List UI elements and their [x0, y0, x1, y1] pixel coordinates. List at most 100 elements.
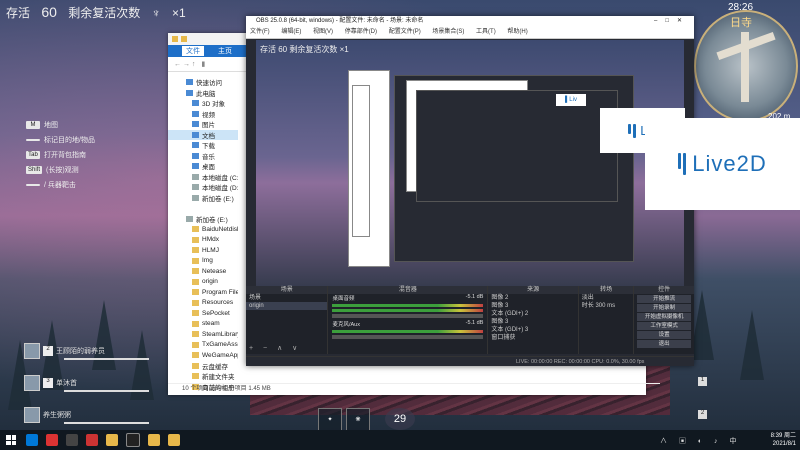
nav-item[interactable]: HMdx: [168, 235, 238, 246]
skill-slot[interactable]: ✦: [318, 408, 342, 432]
live2d-logo-tiny: ▌ Liv: [556, 94, 586, 106]
volume-slider[interactable]: [332, 314, 484, 318]
obs-menubar: 文件(F) 编辑(E) 视图(V) 停靠部件(D) 配置文件(P) 场景集合(S…: [246, 27, 694, 39]
transition-duration[interactable]: 时长 300 ms: [579, 302, 634, 310]
folder-icon: [192, 268, 199, 275]
menu-help[interactable]: 帮助(H): [507, 29, 527, 35]
folder-icon: [192, 247, 199, 254]
window-title: OBS 25.0.8 (64-bit, windows) - 配置文件: 未命名…: [256, 18, 424, 24]
edge-icon[interactable]: [26, 434, 38, 446]
transition-type[interactable]: 淡出: [579, 294, 634, 302]
tree: [740, 310, 764, 380]
nav-item[interactable]: 新加卷 (E:): [168, 193, 238, 204]
obs-icon[interactable]: [126, 433, 140, 447]
nav-item[interactable]: 3D 对象: [168, 98, 238, 109]
scene-item[interactable]: origin: [246, 302, 328, 310]
folder-icon: [192, 352, 199, 359]
file-explorer-icon[interactable]: [106, 434, 118, 446]
volume-slider[interactable]: [332, 335, 484, 339]
nav-item-label: Netease: [202, 267, 227, 275]
obs-window[interactable]: OBS 25.0.8 (64-bit, windows) - 配置文件: 未命名…: [246, 16, 694, 366]
folder-icon: [192, 142, 199, 149]
scene-item[interactable]: 场景: [246, 294, 327, 302]
nav-item[interactable]: 云盘缓存: [168, 361, 238, 372]
nav-item-label: Program Files: [202, 288, 238, 296]
menu-edit[interactable]: 编辑(E): [281, 29, 301, 35]
folder-icon: [192, 152, 199, 159]
folder-icon[interactable]: [148, 434, 160, 446]
nav-item[interactable]: 视频: [168, 109, 238, 120]
menu-scene-collection[interactable]: 场景集合(S): [432, 29, 464, 35]
nav-item[interactable]: TxGameAssista: [168, 340, 238, 351]
mixer-dock: 混音器 桌面音频 -5.1 dB 麦克风/Aux -5.1 dB: [328, 286, 489, 354]
start-streaming-button[interactable]: 开始推流: [637, 295, 691, 303]
nav-item[interactable]: BaiduNetdiskD: [168, 224, 238, 235]
source-item[interactable]: 文本 (GDI+) 3: [488, 326, 577, 334]
nav-item-label: 桌面: [202, 164, 215, 172]
settings-button[interactable]: 设置: [637, 331, 691, 339]
windows-start-icon[interactable]: [6, 435, 16, 445]
app-icon[interactable]: [86, 434, 98, 446]
source-item[interactable]: 图像 3: [488, 302, 577, 310]
source-item[interactable]: 图像 2: [488, 294, 577, 302]
nav-item[interactable]: [168, 203, 238, 214]
tab-file[interactable]: 文件: [182, 46, 204, 56]
match-timer: 28:26: [728, 2, 754, 13]
dock-title: 来源: [488, 286, 578, 294]
netease-icon[interactable]: [46, 434, 58, 446]
duration-value: 300 ms: [595, 303, 616, 309]
skill-slot[interactable]: ❋: [346, 408, 370, 432]
live2d-text: Live2D: [692, 151, 767, 176]
window-controls[interactable]: –□✕: [654, 16, 690, 27]
menu-tools[interactable]: 工具(T): [476, 29, 496, 35]
menu-view[interactable]: 视图(V): [313, 29, 333, 35]
virtual-camera-button[interactable]: 开始虚拟摄像机: [637, 313, 691, 321]
source-item[interactable]: 窗口捕获: [488, 334, 577, 342]
nav-item[interactable]: WeGameApps: [168, 350, 238, 361]
nav-item[interactable]: 音乐: [168, 151, 238, 162]
folder-icon[interactable]: [168, 434, 180, 446]
nav-item[interactable]: 快速访问: [168, 77, 238, 88]
nav-item[interactable]: Resources: [168, 298, 238, 309]
nav-item[interactable]: 文档: [168, 129, 238, 140]
obs-titlebar[interactable]: OBS 25.0.8 (64-bit, windows) - 配置文件: 未命名…: [246, 16, 694, 27]
hint-text: / 兵器靶击: [44, 182, 76, 189]
exit-button[interactable]: 退出: [637, 340, 691, 348]
folder-icon: [192, 331, 199, 338]
source-item[interactable]: 文本 (GDI+) 2: [488, 310, 577, 318]
source-item[interactable]: 图像 3: [488, 318, 577, 326]
tab-home[interactable]: 主页: [218, 46, 232, 56]
nav-item-label: 新加卷 (E:): [196, 216, 228, 224]
nested-obs-inner: [416, 90, 618, 202]
nav-item[interactable]: 图片: [168, 119, 238, 130]
studio-mode-button[interactable]: 工作室模式: [637, 322, 691, 330]
menu-file[interactable]: 文件(F): [250, 29, 270, 35]
clock[interactable]: 8:39 周二 2021/8/1: [771, 432, 796, 448]
live2d-logo-large: Live2D: [645, 118, 800, 210]
nav-item[interactable]: 此电脑: [168, 88, 238, 99]
alive-label: 存活: [6, 6, 31, 20]
nav-item[interactable]: Img: [168, 256, 238, 267]
nav-item[interactable]: 新建文件夹: [168, 371, 238, 382]
app-icon[interactable]: [66, 434, 78, 446]
taskbar: ∧ ▣ ◐ ♪ 中 8:39 周二 2021/8/1: [0, 430, 800, 450]
menu-profile[interactable]: 配置文件(P): [389, 29, 421, 35]
nav-item[interactable]: 下载: [168, 140, 238, 151]
nav-item[interactable]: 桌面: [168, 161, 238, 172]
nav-item[interactable]: SteamLibrary: [168, 329, 238, 340]
nav-item-label: Resources: [202, 299, 234, 307]
nav-item[interactable]: 新加卷 (E:): [168, 214, 238, 225]
nav-item[interactable]: Program Files: [168, 287, 238, 298]
nav-item[interactable]: SePocket: [168, 308, 238, 319]
dock-toolbar[interactable]: + − ∧ ∨: [249, 344, 301, 352]
menu-docks[interactable]: 停靠部件(D): [345, 29, 377, 35]
nav-item[interactable]: origin: [168, 277, 238, 288]
nav-item[interactable]: Netease: [168, 266, 238, 277]
nav-item[interactable]: 本地磁盘 (C:): [168, 172, 238, 183]
nav-item[interactable]: 本地磁盘 (D:): [168, 182, 238, 193]
nav-item[interactable]: steam: [168, 319, 238, 330]
obs-preview[interactable]: 存活 60 剩余复活次数 ×1: [256, 40, 684, 300]
nav-item[interactable]: HLMJ: [168, 245, 238, 256]
start-recording-button[interactable]: 开始录制: [637, 304, 691, 312]
system-tray-icons[interactable]: ∧ ▣ ◐ ♪ 中: [660, 436, 742, 446]
